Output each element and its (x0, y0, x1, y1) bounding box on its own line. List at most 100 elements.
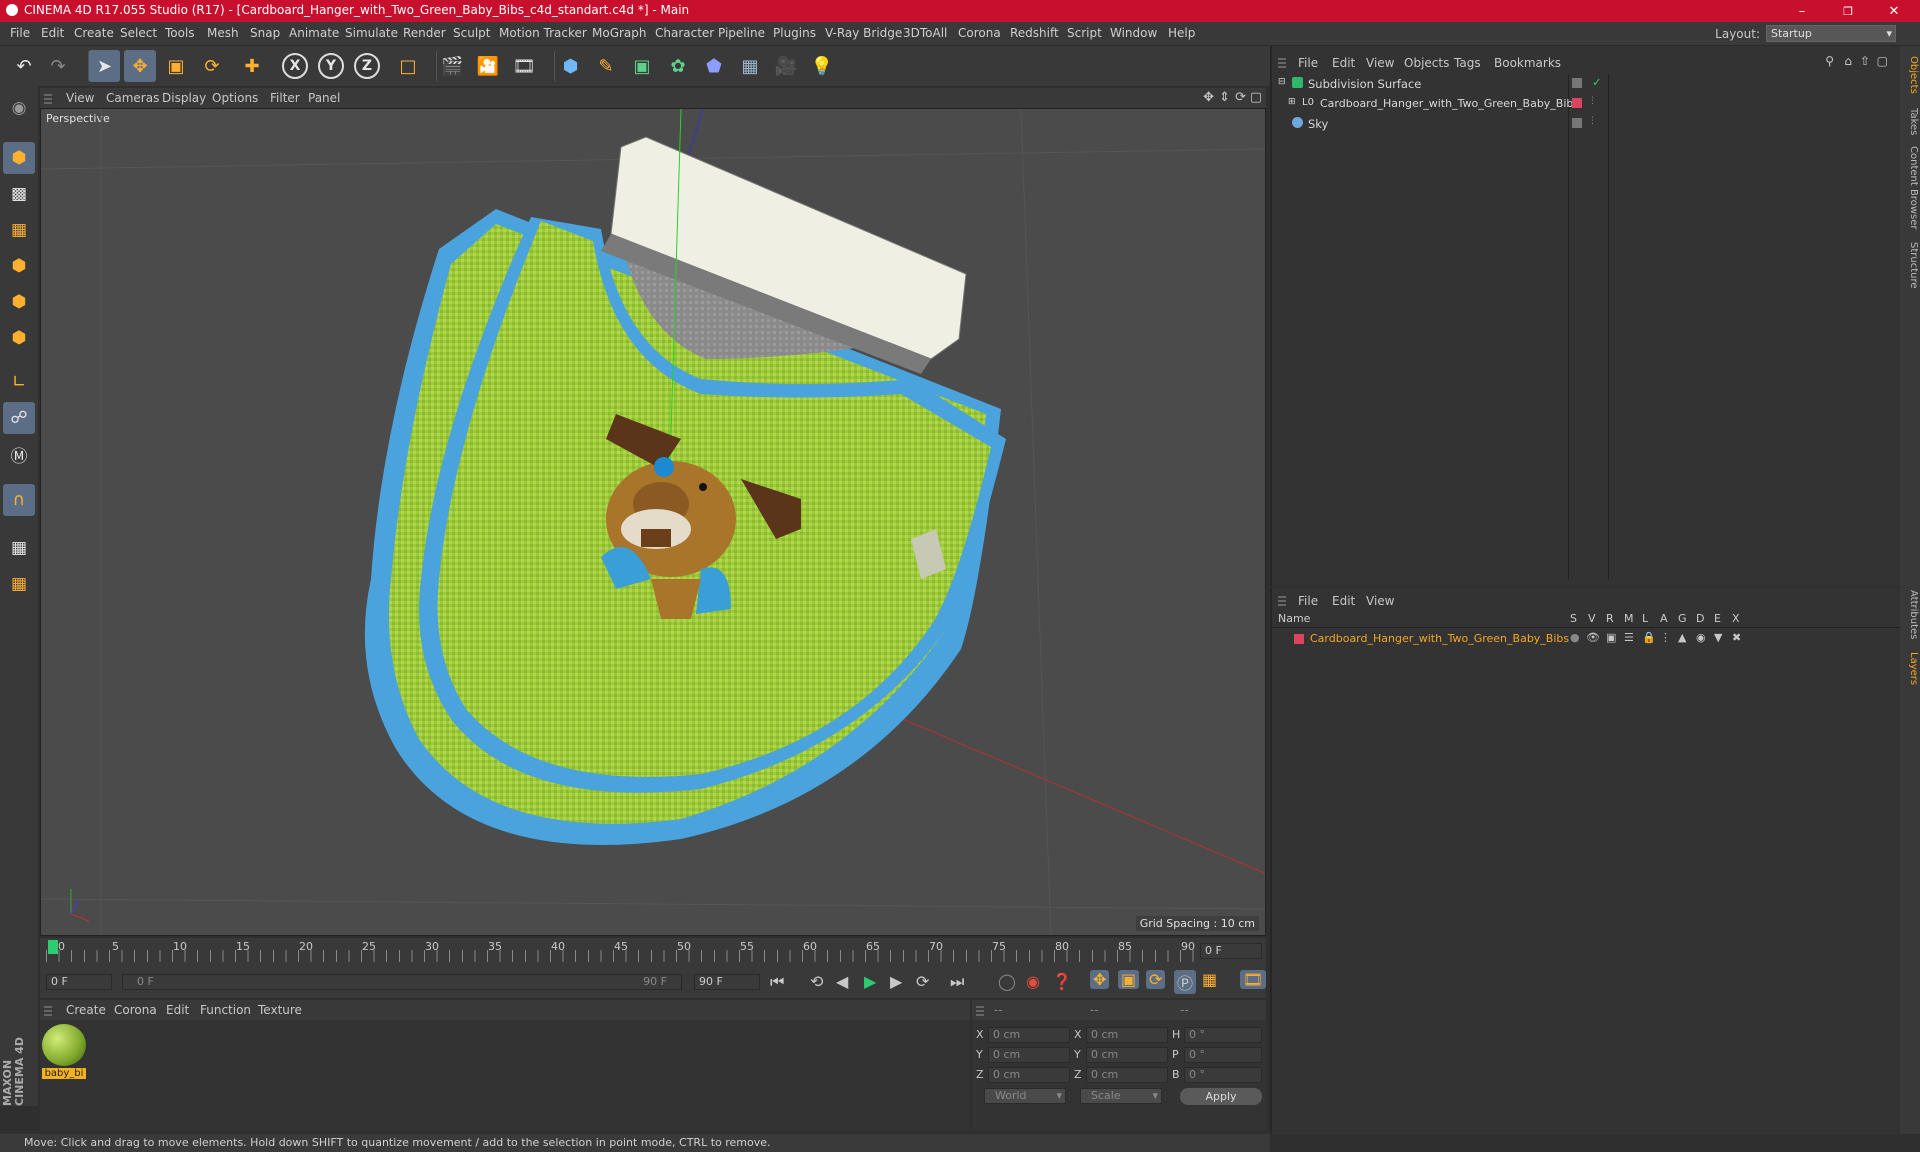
end-frame-field[interactable]: 90 F (694, 974, 760, 990)
om-menu-file[interactable]: File (1298, 56, 1318, 70)
menu-vray-bridge[interactable]: V-Ray Bridge (825, 26, 902, 40)
render-view-icon[interactable]: 🎬 (436, 50, 468, 82)
deformers-icon[interactable]: ◉ (1696, 631, 1706, 644)
record-keys-icon[interactable]: ◯ (998, 972, 1016, 991)
search-icon[interactable]: ⚲ (1825, 54, 1834, 68)
z-axis-lock-button[interactable]: Z (354, 53, 380, 79)
transform-tool-icon[interactable]: ✚ (236, 50, 268, 82)
column-solo[interactable]: S (1570, 612, 1577, 625)
scale-tool-icon[interactable]: ▣ (160, 50, 192, 82)
key-scale-icon[interactable]: ▣ (1118, 970, 1140, 989)
next-frame-icon[interactable]: ▶ (890, 972, 902, 991)
menu-redshift[interactable]: Redshift (1010, 26, 1059, 40)
render-picture-viewer-icon[interactable]: 🎦 (472, 50, 504, 82)
previous-frame-icon[interactable]: ◀ (836, 972, 848, 991)
object-row[interactable]: Sky ⋮ (1272, 114, 1902, 134)
planar-workplane-icon[interactable]: ▦ (3, 568, 35, 600)
go-to-end-icon[interactable]: ⏭ (950, 972, 964, 992)
material-menu-function[interactable]: Function (200, 1003, 251, 1017)
menu-character[interactable]: Character (655, 26, 714, 40)
subdivision-surface-icon[interactable]: ▣ (626, 50, 658, 82)
visibility-dots-icon[interactable]: ⋮ (1588, 96, 1597, 106)
points-mode-icon[interactable]: ⬢ (3, 250, 35, 282)
viewport-menu-filter[interactable]: Filter (270, 91, 300, 105)
timeline-window-icon[interactable]: 🎞 (1240, 970, 1267, 989)
axis-mode-icon[interactable]: ∟ (3, 366, 35, 398)
tab-structure[interactable]: Structure (1901, 242, 1919, 289)
position-z-field[interactable]: 0 cm (988, 1067, 1070, 1083)
perspective-viewport[interactable]: Perspective Grid Spacing: 10 cm (40, 108, 1266, 936)
floor-icon[interactable]: ▦ (734, 50, 766, 82)
pen-spline-icon[interactable]: ✎ (590, 50, 622, 82)
tab-attributes[interactable]: Attributes (1901, 590, 1919, 639)
tweak-mode-icon[interactable]: ☍ (3, 402, 35, 434)
workplane-icon[interactable]: ▦ (3, 214, 35, 246)
rotation-p-field[interactable]: 0 ° (1184, 1047, 1262, 1063)
camera-icon[interactable]: 🎥 (770, 50, 802, 82)
keyframe-selection-icon[interactable]: ❓ (1052, 972, 1072, 991)
menu-pipeline[interactable]: Pipeline (718, 26, 765, 40)
viewport-rotate-icon[interactable]: ⟳ (1235, 90, 1246, 105)
cube-icon[interactable]: ⬢ (554, 50, 586, 82)
column-generators[interactable]: G (1678, 612, 1687, 625)
manager-icon[interactable]: ☰ (1624, 631, 1634, 644)
size-y-field[interactable]: 0 cm (1086, 1047, 1168, 1063)
menu-plugins[interactable]: Plugins (773, 26, 816, 40)
layer-color-swatch[interactable] (1572, 98, 1582, 108)
position-y-field[interactable]: 0 cm (988, 1047, 1070, 1063)
om-menu-view[interactable]: View (1366, 56, 1394, 70)
viewport-menu-view[interactable]: View (66, 91, 94, 105)
render-settings-icon[interactable]: 🎞 (508, 50, 540, 82)
tab-takes[interactable]: Takes (1901, 108, 1919, 135)
up-icon[interactable]: ⇧ (1860, 54, 1870, 68)
y-axis-lock-button[interactable]: Y (318, 53, 344, 79)
om-menu-bookmarks[interactable]: Bookmarks (1494, 56, 1561, 70)
lock-icon[interactable]: 🔒 (1642, 631, 1656, 644)
menu-snap[interactable]: Snap (250, 26, 280, 40)
viewport-maximize-icon[interactable]: ▢ (1250, 90, 1262, 105)
material-menu-corona[interactable]: Corona (114, 1003, 157, 1017)
undo-icon[interactable]: ↶ (8, 50, 40, 82)
visibility-dots-icon[interactable]: ⋮ (1588, 116, 1597, 126)
make-editable-icon[interactable]: ◉ (3, 92, 35, 124)
column-render[interactable]: R (1606, 612, 1614, 625)
key-pla-icon[interactable]: ▦ (1202, 970, 1217, 989)
column-name[interactable]: Name (1278, 612, 1310, 625)
autokey-icon[interactable]: ◉ (1026, 972, 1040, 991)
expand-icon[interactable]: ⊞ (1288, 97, 1296, 107)
viewport-menu-cameras[interactable]: Cameras (106, 91, 159, 105)
snap-icon[interactable]: Ⓜ (3, 438, 35, 470)
layer-row[interactable]: Cardboard_Hanger_with_Two_Green_Baby_Bib… (1272, 630, 1902, 648)
minimize-button[interactable]: – (1780, 0, 1824, 22)
collapse-icon[interactable]: ⊟ (1278, 77, 1286, 87)
size-x-field[interactable]: 0 cm (1086, 1027, 1168, 1043)
view-eye-icon[interactable]: 👁 (1586, 631, 1600, 644)
coordinate-space-select[interactable]: World ▾ (984, 1088, 1066, 1104)
key-parameter-icon[interactable]: Ⓟ (1174, 970, 1197, 994)
next-key-icon[interactable]: ⟳ (916, 972, 929, 991)
menu-edit[interactable]: Edit (41, 26, 64, 40)
model-mode-icon[interactable]: ⬢ (3, 142, 35, 174)
size-z-field[interactable]: 0 cm (1086, 1067, 1168, 1083)
menu-simulate[interactable]: Simulate (345, 26, 398, 40)
column-locked[interactable]: L (1642, 612, 1648, 625)
size-mode-select[interactable]: Scale ▾ (1080, 1088, 1162, 1104)
previous-key-icon[interactable]: ⟲ (810, 972, 823, 991)
object-row[interactable]: ⊞ L0 Cardboard_Hanger_with_Two_Green_Bab… (1272, 94, 1902, 114)
material-menu-edit[interactable]: Edit (166, 1003, 189, 1017)
viewport-zoom-icon[interactable]: ⇕ (1219, 90, 1230, 105)
menu-select[interactable]: Select (120, 26, 157, 40)
layout-select[interactable]: Startup ▾ (1766, 25, 1896, 42)
material-menu-create[interactable]: Create (66, 1003, 106, 1017)
om-menu-edit[interactable]: Edit (1332, 56, 1355, 70)
solo-icon[interactable]: ● (1570, 631, 1580, 644)
playhead[interactable] (48, 940, 58, 954)
tab-layers[interactable]: Layers (1901, 652, 1919, 685)
lm-menu-file[interactable]: File (1298, 594, 1318, 608)
menu-create[interactable]: Create (74, 26, 114, 40)
timeline-ruler[interactable]: 0 5 10 15 20 25 30 35 40 45 50 55 60 65 … (40, 938, 1266, 966)
rotation-h-field[interactable]: 0 ° (1184, 1027, 1262, 1043)
lm-menu-edit[interactable]: Edit (1332, 594, 1355, 608)
column-expressions[interactable]: E (1714, 612, 1721, 625)
polygons-mode-icon[interactable]: ⬢ (3, 322, 35, 354)
